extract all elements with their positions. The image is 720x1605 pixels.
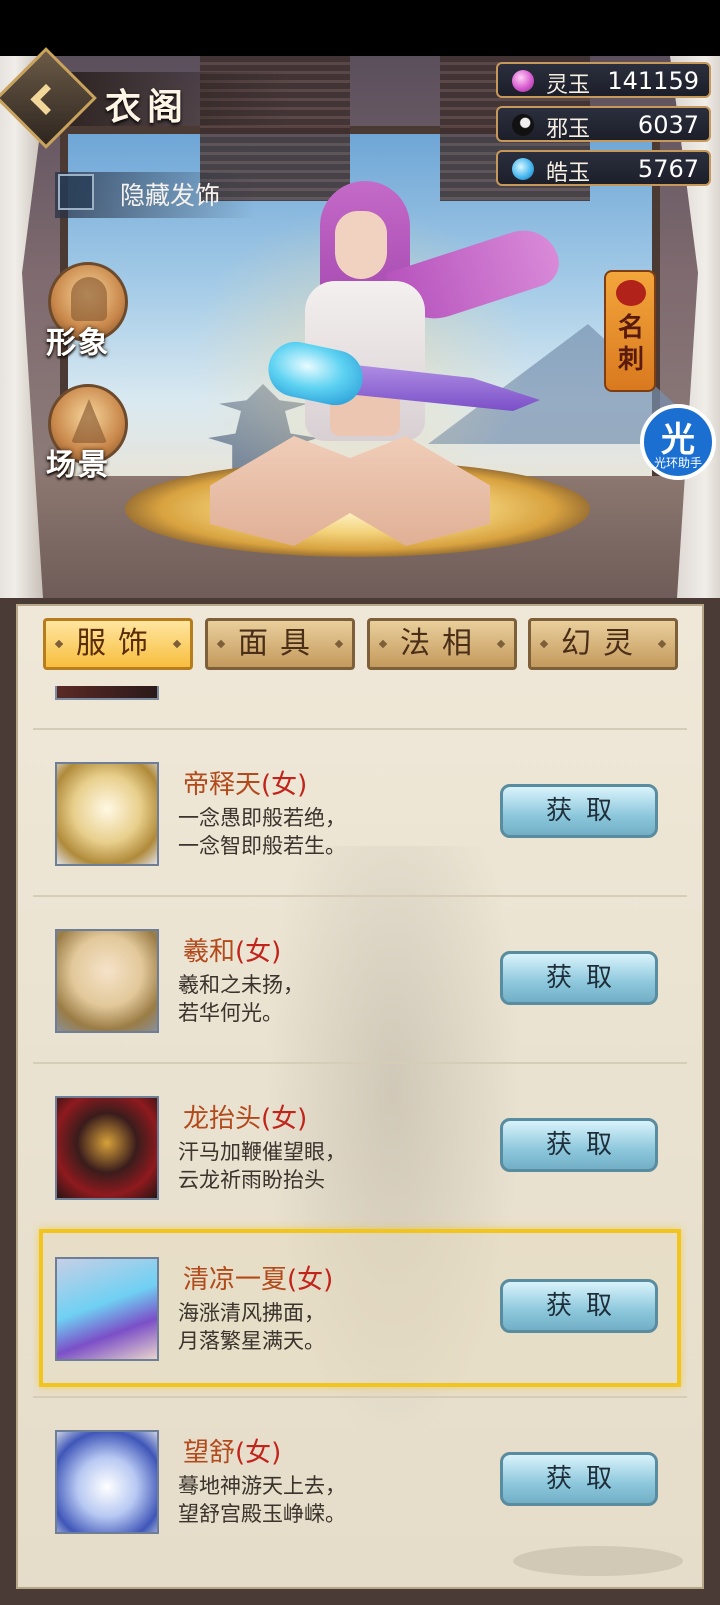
tab-label: 面具 <box>238 626 322 661</box>
character-portrait-icon <box>71 277 107 321</box>
costume-description: 一念愚即般若绝， 一念智即般若生。 <box>178 806 346 858</box>
tab-ornament-icon <box>378 639 388 649</box>
costume-name: 帝释天(女) <box>183 770 308 800</box>
assistant-button[interactable]: 光 光环助手 <box>640 404 716 480</box>
obtain-button[interactable]: 获取 <box>500 1279 658 1333</box>
tab-ornament-icon <box>216 639 226 649</box>
tab-costume[interactable]: 服饰 <box>43 618 193 670</box>
status-bar <box>0 0 720 56</box>
tab-spirit[interactable]: 幻灵 <box>528 618 678 670</box>
costume-list[interactable]: 帝释天(女) 一念愚即般若绝， 一念智即般若生。 获取 羲和(女) 羲和之未扬，若… <box>33 686 687 1576</box>
tab-ornament-icon <box>172 639 182 649</box>
list-item-selected[interactable]: 清凉一夏(女) 海涨清风拂面， 月落繁星满天。 获取 <box>39 1229 681 1387</box>
costume-name: 清凉一夏(女) <box>183 1265 334 1295</box>
hide-hair-label[interactable]: 隐藏发饰 <box>120 176 220 212</box>
costume-description: 蓦地神游天上去， 望舒宫殿玉峥嵘。 <box>178 1474 346 1526</box>
costume-name: 羲和(女) <box>183 937 282 967</box>
tab-label: 幻灵 <box>561 626 645 661</box>
red-swirl-icon <box>616 280 646 306</box>
tab-ornament-icon <box>539 639 549 649</box>
tab-dharma[interactable]: 法相 <box>367 618 517 670</box>
costume-thumbnail <box>55 762 159 866</box>
back-chevron-icon <box>30 83 62 115</box>
haoyu-drop-icon <box>512 158 534 180</box>
list-item[interactable]: 望舒(女) 蓦地神游天上去， 望舒宫殿玉峥嵘。 获取 <box>33 1396 687 1562</box>
currency-name: 邪玉 <box>546 117 591 142</box>
name-card-label: 名刺 <box>617 313 644 375</box>
list-item[interactable]: 帝释天(女) 一念愚即般若绝， 一念智即般若生。 获取 <box>33 728 687 894</box>
costume-thumbnail <box>55 1096 159 1200</box>
cloud-ornament <box>513 1546 683 1576</box>
currency-lingyu[interactable]: 灵玉 141159 <box>496 62 711 98</box>
currency-value: 141159 <box>607 67 699 95</box>
page-title: 衣阁 <box>105 86 190 128</box>
currency-xieyu[interactable]: 邪玉 6037 <box>496 106 711 142</box>
currency-value: 5767 <box>637 155 699 183</box>
name-card-button[interactable]: 名刺 <box>604 270 656 392</box>
costume-description: 汗马加鞭催望眼， 云龙祈雨盼抬头 <box>178 1140 346 1192</box>
tab-ornament-icon <box>54 639 64 649</box>
list-item[interactable]: 龙抬头(女) 汗马加鞭催望眼， 云龙祈雨盼抬头 获取 <box>33 1062 687 1228</box>
costume-name: 龙抬头(女) <box>183 1104 308 1134</box>
mountain-scene-icon <box>71 399 107 443</box>
tab-ornament-icon <box>334 639 344 649</box>
costume-thumbnail <box>55 1257 159 1361</box>
lingyu-gem-icon <box>512 70 534 92</box>
obtain-button[interactable]: 获取 <box>500 951 658 1005</box>
appearance-label[interactable]: 形象 <box>46 318 110 362</box>
currency-name: 灵玉 <box>546 73 591 98</box>
costume-name: 望舒(女) <box>183 1438 282 1468</box>
costume-thumbnail <box>55 929 159 1033</box>
xieyu-crescent-icon <box>512 114 534 136</box>
assistant-label: 光环助手 <box>653 456 702 470</box>
currency-haoyu[interactable]: 皓玉 5767 <box>496 150 711 186</box>
scene-label[interactable]: 场景 <box>46 440 110 484</box>
list-item[interactable]: 羲和(女) 羲和之未扬， 若华何光。 获取 <box>33 895 687 1061</box>
currency-name: 皓玉 <box>546 161 591 186</box>
costume-description: 羲和之未扬， 若华何光。 <box>178 973 304 1025</box>
tab-label: 服饰 <box>76 626 160 661</box>
tab-mask[interactable]: 面具 <box>205 618 355 670</box>
costume-thumbnail <box>55 1430 159 1534</box>
currency-value: 6037 <box>637 111 699 139</box>
tab-label: 法相 <box>400 626 484 661</box>
hide-hair-checkbox[interactable] <box>58 174 94 210</box>
obtain-button[interactable]: 获取 <box>500 1452 658 1506</box>
obtain-button[interactable]: 获取 <box>500 784 658 838</box>
tab-ornament-icon <box>496 639 506 649</box>
tab-ornament-icon <box>657 639 667 649</box>
character-face <box>335 211 387 279</box>
previous-item-thumbnail <box>55 686 159 700</box>
costume-description: 海涨清风拂面， 月落繁星满天。 <box>178 1301 325 1353</box>
obtain-button[interactable]: 获取 <box>500 1118 658 1172</box>
character-legs <box>210 436 490 546</box>
